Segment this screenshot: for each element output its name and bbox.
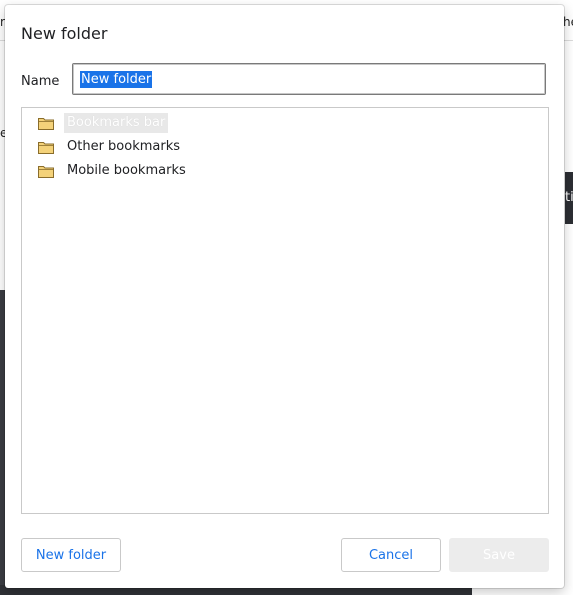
tree-item-label: Mobile bookmarks: [67, 163, 186, 178]
dialog-title: New folder: [21, 24, 108, 43]
folder-icon: [38, 141, 54, 154]
name-input-value: New folder: [80, 70, 153, 88]
name-input[interactable]: New folder: [72, 63, 546, 95]
tree-item-label: Other bookmarks: [67, 139, 181, 154]
new-folder-dialog: New folder Name New folder Bookmarks bar…: [5, 5, 564, 588]
new-folder-button[interactable]: New folder: [21, 538, 121, 572]
folder-icon: [38, 117, 54, 130]
background-text-fragment: ti: [565, 190, 573, 205]
folder-icon: [38, 165, 54, 178]
save-button[interactable]: Save: [449, 538, 549, 572]
tree-item-bookmarks-bar[interactable]: Bookmarks bar: [38, 113, 169, 133]
name-label: Name: [21, 74, 60, 89]
background-text-fragment: he: [563, 15, 573, 29]
tree-item-mobile-bookmarks[interactable]: Mobile bookmarks: [38, 161, 189, 181]
folder-tree[interactable]: Bookmarks bar Other bookmarks Mobile boo…: [21, 107, 549, 514]
background-dark-block: ti: [565, 172, 573, 224]
tree-item-label: Bookmarks bar: [64, 113, 169, 133]
cancel-button[interactable]: Cancel: [341, 538, 441, 572]
tree-item-other-bookmarks[interactable]: Other bookmarks: [38, 137, 183, 157]
